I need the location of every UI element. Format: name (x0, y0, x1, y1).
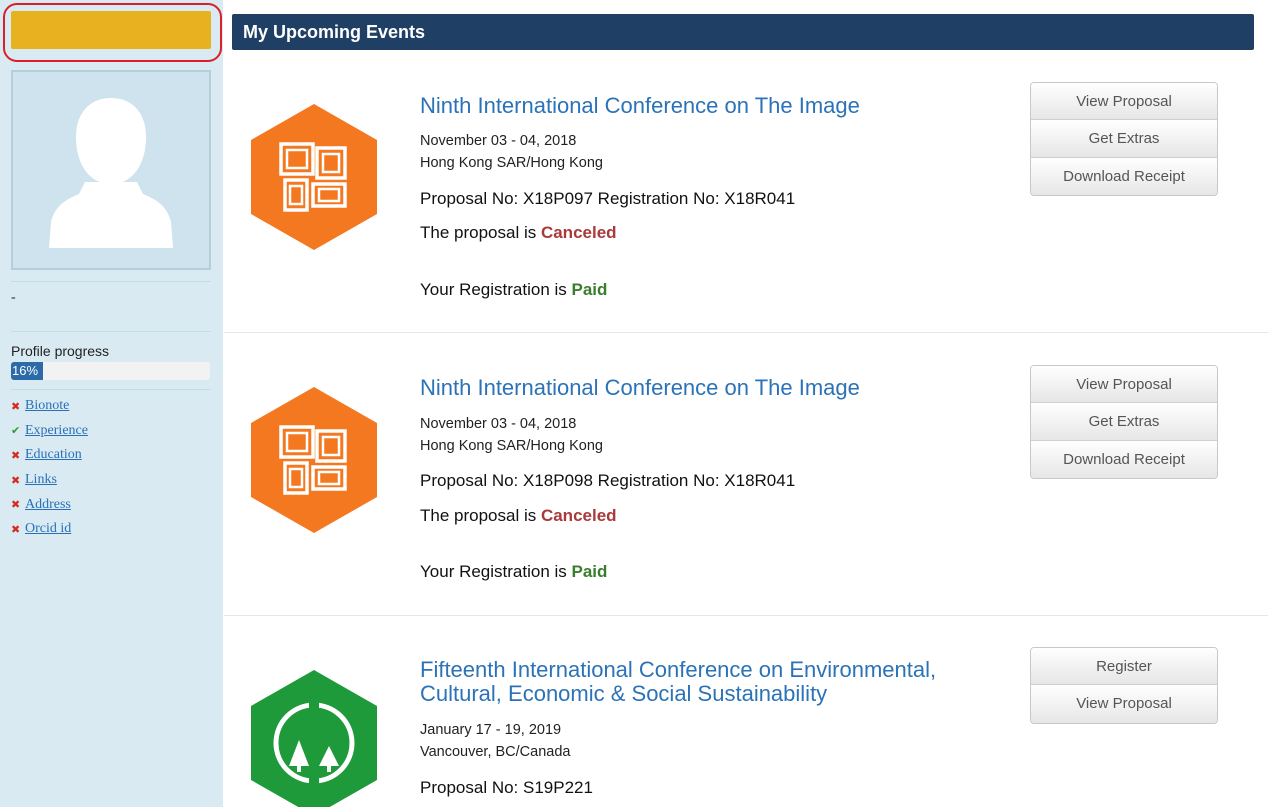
divider (11, 281, 211, 282)
checklist-item: ✖ Education (11, 443, 88, 468)
sidebar: - Profile progress 16% ✖ Bionote ✔ Experien… (0, 0, 223, 807)
get-extras-button[interactable]: Get Extras (1031, 120, 1217, 158)
proposal-status: The proposal is Canceled (420, 223, 617, 243)
event-title[interactable]: Ninth International Conference on The Im… (420, 376, 980, 400)
checklist-link[interactable]: Orcid id (25, 521, 71, 537)
checklist-link[interactable]: Links (25, 472, 57, 488)
proposal-registration-numbers: Proposal No: X18P097 Registration No: X1… (420, 189, 796, 208)
view-proposal-button[interactable]: View Proposal (1031, 366, 1217, 404)
checklist-link[interactable]: Experience (25, 423, 88, 439)
cross-icon: ✖ (11, 522, 21, 536)
proposal-status: The proposal is Canceled (420, 506, 617, 526)
image-frames-icon (251, 387, 377, 533)
event-actions: Register View Proposal (1030, 647, 1218, 724)
highlight-annotation (3, 3, 222, 62)
proposal-status-prefix: The proposal is (420, 223, 541, 242)
profile-progress-bar: 16% (11, 362, 210, 380)
registration-status: Your Registration is Paid (420, 280, 607, 300)
registration-status-value: Paid (571, 562, 608, 581)
progress-label: Profile progress (11, 343, 110, 359)
event-date: January 17 - 19, 2019 (420, 722, 562, 738)
event-card: Fifteenth International Conference on En… (224, 616, 1268, 807)
cross-icon: ✖ (11, 399, 21, 413)
check-icon: ✔ (11, 424, 21, 438)
cross-icon: ✖ (11, 448, 21, 462)
progress-fill: 16% (11, 362, 43, 380)
event-actions: View Proposal Get Extras Download Receip… (1030, 365, 1218, 479)
download-receipt-button[interactable]: Download Receipt (1031, 157, 1217, 195)
cross-icon: ✖ (11, 473, 21, 487)
registration-status-prefix: Your Registration is (420, 280, 572, 299)
event-date: November 03 - 04, 2018 (420, 133, 577, 149)
register-button[interactable]: Register (1031, 648, 1217, 686)
divider (11, 331, 211, 332)
checklist-item: ✖ Bionote (11, 394, 88, 419)
checklist-item: ✖ Orcid id (11, 517, 88, 542)
proposal-status-value: Canceled (540, 223, 617, 242)
registration-status-prefix: Your Registration is (420, 562, 572, 581)
trees-circle-icon (251, 670, 377, 807)
section-header: My Upcoming Events (232, 14, 1254, 50)
checklist-item: ✔ Experience (11, 419, 88, 444)
divider (11, 389, 211, 390)
user-subtitle: - (11, 290, 16, 305)
checklist-item: ✖ Address (11, 492, 88, 517)
event-actions: View Proposal Get Extras Download Receip… (1030, 82, 1218, 196)
download-receipt-button[interactable]: Download Receipt (1031, 440, 1217, 478)
event-date: November 03 - 04, 2018 (420, 416, 577, 432)
checklist-item: ✖ Links (11, 468, 88, 493)
checklist-link[interactable]: Bionote (25, 398, 69, 414)
checklist-link[interactable]: Address (25, 497, 71, 513)
event-location: Hong Kong SAR/Hong Kong (420, 155, 603, 171)
registration-status: Your Registration is Paid (420, 562, 607, 582)
event-location: Vancouver, BC/Canada (420, 744, 571, 760)
event-card: Ninth International Conference on The Im… (224, 70, 1268, 333)
profile-checklist: ✖ Bionote ✔ Experience ✖ Education ✖ Links ✖ Addr… (11, 394, 88, 542)
proposal-status-value: Canceled (540, 506, 617, 525)
checklist-link[interactable]: Education (25, 447, 82, 463)
avatar-silhouette-icon (49, 98, 173, 248)
proposal-number: Proposal No: S19P221 (420, 778, 593, 797)
avatar (11, 70, 211, 270)
event-title[interactable]: Fifteenth International Conference on En… (420, 658, 980, 706)
image-frames-icon (251, 104, 377, 250)
event-card: Ninth International Conference on The Im… (224, 333, 1268, 616)
get-extras-button[interactable]: Get Extras (1031, 403, 1217, 441)
page-title: My Upcoming Events (243, 22, 426, 42)
proposal-registration-numbers: Proposal No: X18P098 Registration No: X1… (420, 471, 796, 490)
cross-icon: ✖ (11, 498, 21, 512)
registration-status-value: Paid (571, 280, 608, 299)
event-title[interactable]: Ninth International Conference on The Im… (420, 94, 980, 118)
event-location: Hong Kong SAR/Hong Kong (420, 438, 603, 454)
proposal-status-prefix: The proposal is (420, 506, 541, 525)
view-proposal-button[interactable]: View Proposal (1031, 83, 1217, 121)
view-proposal-button[interactable]: View Proposal (1031, 685, 1217, 723)
